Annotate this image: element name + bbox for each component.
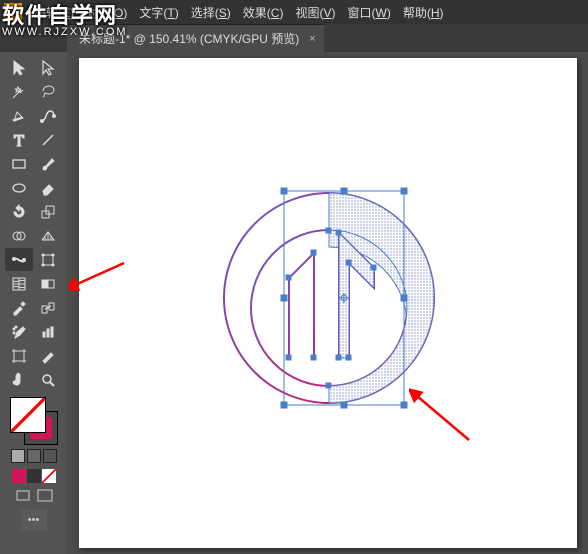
menu-object[interactable]: 对象(O)	[80, 4, 133, 21]
palette-color-1[interactable]	[12, 469, 26, 483]
none-fill-icon	[11, 398, 45, 432]
workspace: •••	[0, 52, 588, 554]
screen-mode-alt-icon[interactable]	[36, 487, 54, 505]
palette-color-3[interactable]	[42, 469, 56, 483]
document-tab-bar: 未标题-1* @ 150.41% (CMYK/GPU 预览) ×	[0, 24, 588, 52]
pen-tool[interactable]	[5, 104, 33, 127]
menu-type[interactable]: 文字(T)	[133, 4, 184, 21]
perspective-grid-tool[interactable]	[34, 224, 62, 247]
selection-tool[interactable]	[5, 56, 33, 79]
artboard[interactable]	[79, 58, 577, 548]
mesh-tool[interactable]	[5, 272, 33, 295]
palette-color-2[interactable]	[27, 469, 41, 483]
draw-behind-mode[interactable]	[27, 449, 41, 463]
rectangle-tool[interactable]	[5, 152, 33, 175]
ellipse-tool[interactable]	[5, 176, 33, 199]
line-segment-tool[interactable]	[34, 128, 62, 151]
fill-stroke-swatch[interactable]	[10, 397, 58, 445]
eyedropper-tool[interactable]	[5, 296, 33, 319]
tool-panel-header	[0, 24, 67, 52]
menu-edit[interactable]: 编辑(E)	[28, 4, 80, 21]
annotation-arrow-shape	[409, 388, 479, 448]
paintbrush-tool[interactable]	[34, 152, 62, 175]
fill-swatch[interactable]	[10, 397, 46, 433]
magic-wand-tool[interactable]	[5, 80, 33, 103]
close-tab-button[interactable]: ×	[309, 33, 315, 45]
screen-mode-icon[interactable]	[14, 487, 32, 505]
artboard-tool[interactable]	[5, 344, 33, 367]
color-palette-row	[12, 469, 56, 483]
document-tab[interactable]: 未标题-1* @ 150.41% (CMYK/GPU 预览) ×	[67, 24, 324, 52]
width-tool[interactable]	[5, 248, 33, 271]
direct-selection-tool[interactable]	[34, 56, 62, 79]
app-logo: Ai	[4, 3, 22, 21]
tool-panel: •••	[0, 52, 67, 554]
edit-toolbar-button[interactable]: •••	[21, 509, 47, 531]
draw-inside-mode[interactable]	[43, 449, 57, 463]
column-graph-tool[interactable]	[34, 320, 62, 343]
type-tool[interactable]	[5, 128, 33, 151]
menu-help[interactable]: 帮助(H)	[397, 4, 450, 21]
eraser-tool[interactable]	[34, 176, 62, 199]
slice-tool[interactable]	[34, 344, 62, 367]
lasso-tool[interactable]	[34, 80, 62, 103]
menu-select[interactable]: 选择(S)	[185, 4, 237, 21]
gradient-tool[interactable]	[34, 272, 62, 295]
blend-tool[interactable]	[34, 296, 62, 319]
draw-mode-row	[11, 449, 57, 463]
free-transform-tool[interactable]	[34, 248, 62, 271]
rotate-tool[interactable]	[5, 200, 33, 223]
document-tab-title: 未标题-1* @ 150.41% (CMYK/GPU 预览)	[79, 30, 299, 47]
scale-tool[interactable]	[34, 200, 62, 223]
menu-view[interactable]: 视图(V)	[289, 4, 341, 21]
canvas-area[interactable]	[67, 52, 588, 554]
screen-mode-row	[14, 487, 54, 505]
annotation-arrow-tool	[69, 253, 129, 293]
menu-effect[interactable]: 效果(C)	[237, 4, 290, 21]
hand-tool[interactable]	[5, 368, 33, 391]
menu-bar: Ai 编辑(E) 对象(O) 文字(T) 选择(S) 效果(C) 视图(V) 窗…	[0, 0, 588, 24]
shape-builder-tool[interactable]	[5, 224, 33, 247]
zoom-tool[interactable]	[34, 368, 62, 391]
menu-window[interactable]: 窗口(W)	[342, 4, 397, 21]
curvature-tool[interactable]	[34, 104, 62, 127]
symbol-sprayer-tool[interactable]	[5, 320, 33, 343]
draw-normal-mode[interactable]	[11, 449, 25, 463]
